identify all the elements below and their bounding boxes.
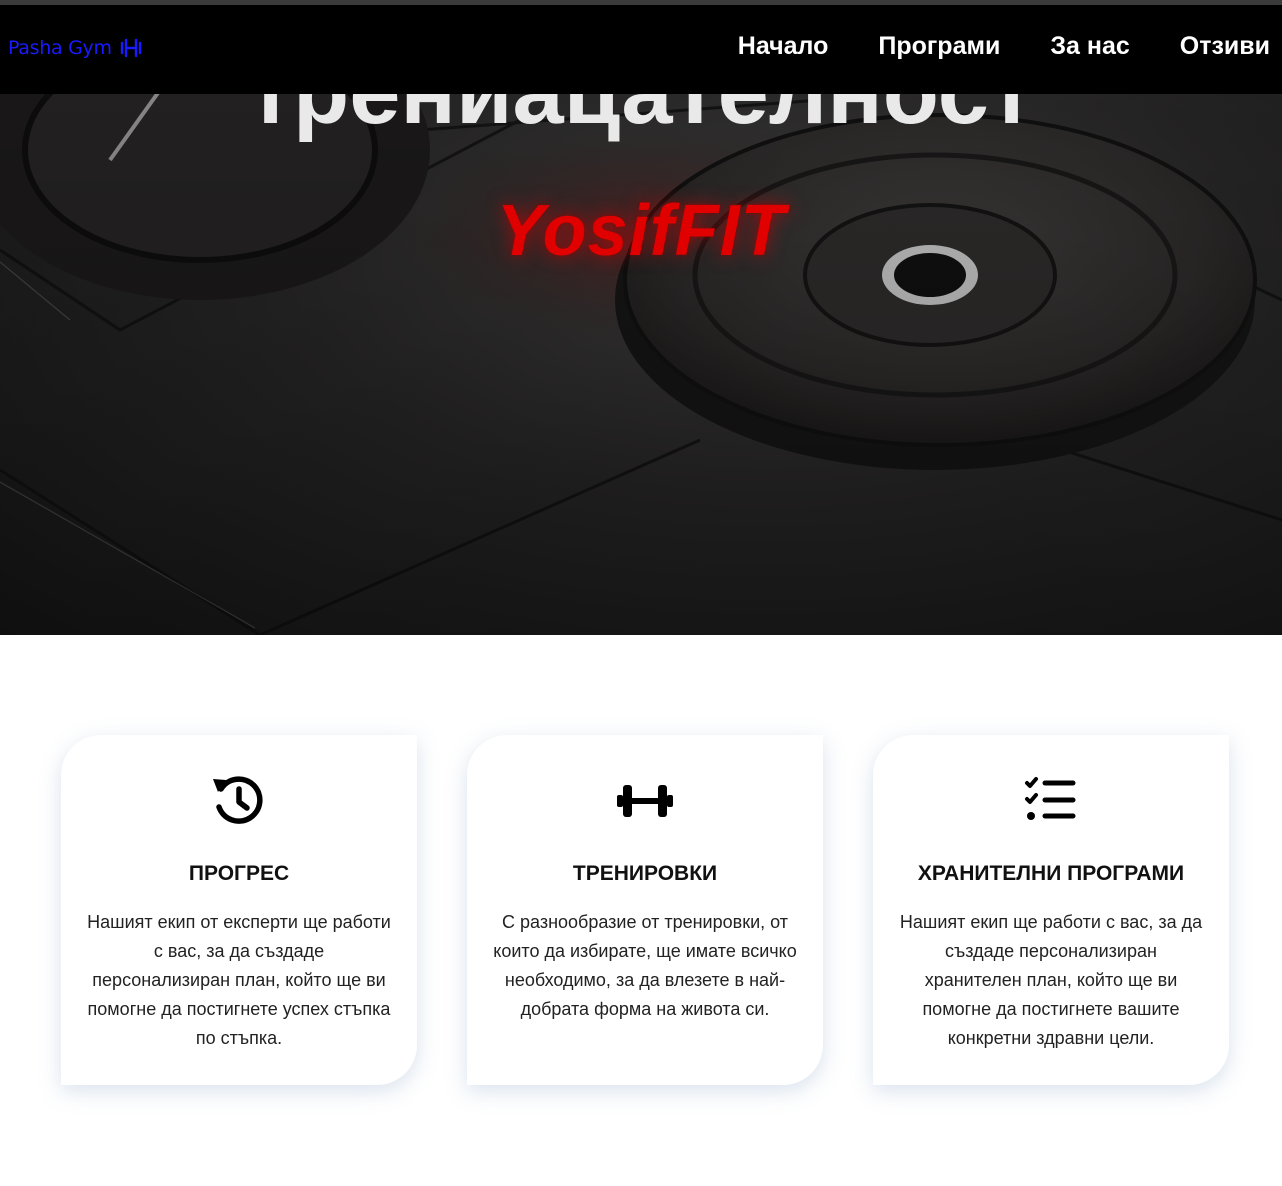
nav-link-about[interactable]: За нас xyxy=(1050,32,1129,61)
feature-description: Нашият екип от експерти ще работи с вас,… xyxy=(87,912,391,1048)
dumbbell-icon xyxy=(617,785,673,817)
feature-card-progress: ПРОГРЕС Нашият екип от експерти ще работ… xyxy=(61,735,417,1085)
hero-section: трениацателност YosifFIT xyxy=(0,0,1282,635)
main-nav: Начало Програми За нас Отзиви xyxy=(738,32,1270,61)
logo-text: Pasha Gym xyxy=(8,37,112,59)
checklist-icon xyxy=(1025,777,1076,820)
history-icon xyxy=(213,776,263,824)
logo-link[interactable]: Pasha Gym xyxy=(8,37,144,59)
feature-card-nutrition: ХРАНИТЕЛНИ ПРОГРАМИ Нашият екип ще работ… xyxy=(873,735,1229,1085)
top-border xyxy=(0,0,1282,5)
feature-description: С разнообразие от тренировки, от които д… xyxy=(493,912,797,1019)
dumbbell-icon xyxy=(120,38,141,58)
nav-link-home[interactable]: Начало xyxy=(738,32,829,61)
feature-title: ТРЕНИРОВКИ xyxy=(572,862,718,885)
feature-title: ПРОГРЕС xyxy=(188,862,290,885)
features-section: ПРОГРЕС Нашият екип от експерти ще работ… xyxy=(61,735,1231,1085)
nav-link-programs[interactable]: Програми xyxy=(878,32,1000,61)
feature-card-workouts: ТРЕНИРОВКИ С разнообразие от тренировки,… xyxy=(467,735,823,1085)
nav-link-reviews[interactable]: Отзиви xyxy=(1180,32,1270,61)
hero-brand-title: YosifFIT xyxy=(496,191,786,271)
navbar: Pasha Gym Начало Програми За нас Отзиви xyxy=(0,5,1282,94)
feature-description: Нашият екип ще работи с вас, за да създа… xyxy=(899,912,1203,1048)
feature-title: ХРАНИТЕЛНИ ПРОГРАМИ xyxy=(917,862,1185,885)
